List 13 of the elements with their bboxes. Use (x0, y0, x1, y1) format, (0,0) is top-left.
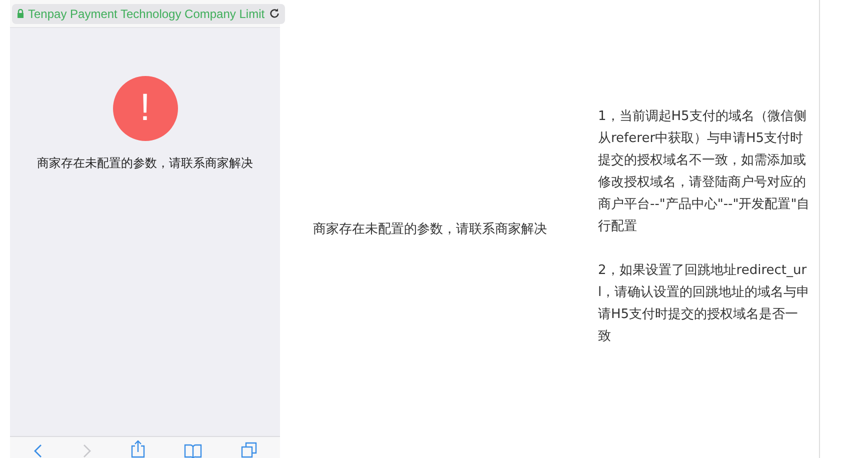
lock-icon (17, 9, 24, 18)
address-bar[interactable]: Tenpay Payment Technology Company Limit (12, 4, 285, 24)
back-icon[interactable] (33, 444, 44, 458)
tabs-icon[interactable] (240, 442, 257, 458)
error-description: 商家存在未配置的参数，请联系商家解决 (313, 221, 547, 238)
book-icon[interactable] (184, 444, 202, 458)
share-icon[interactable] (130, 440, 145, 458)
error-message: 商家存在未配置的参数，请联系商家解决 (37, 155, 253, 172)
warning-circle: ! (112, 76, 178, 141)
solution-note: 1，当前调起H5支付的域名（微信侧从referer中获取）与申请H5支付时提交的授权域名不一致，如需添加或修改授权域名，请登陆商户号对应的商户平台--"产品中心"--"开发配置"自行配置 (598, 108, 810, 236)
url-text: Tenpay Payment Technology Company Limit (28, 6, 265, 20)
reload-icon[interactable] (268, 8, 280, 19)
solution-note: 2，如果设置了回跳地址redirect_url，请确认设置的回跳地址的域名与申请H5支付时提交的授权域名是否一致 (598, 262, 810, 346)
